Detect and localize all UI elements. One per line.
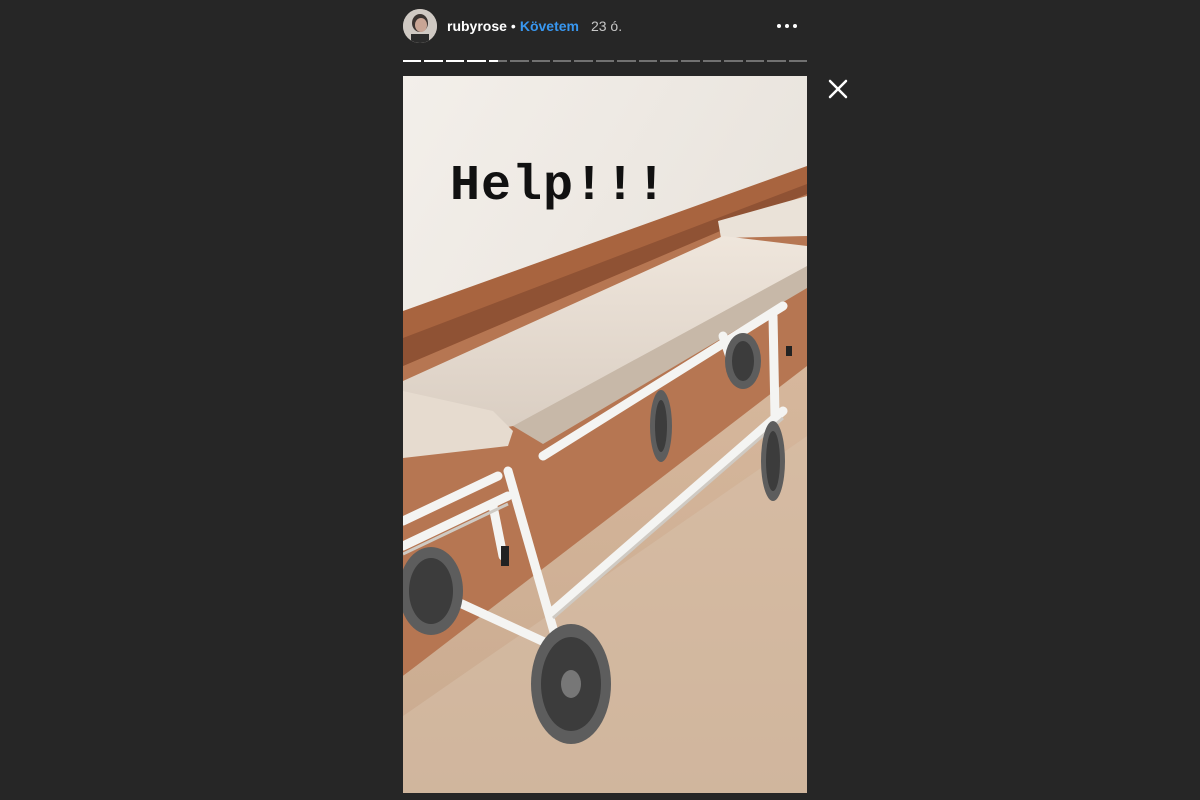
progress-segment: [702, 60, 722, 62]
more-dot: [777, 24, 781, 28]
progress-segment: [488, 60, 508, 62]
progress-segment: [617, 60, 636, 62]
progress-segment: [638, 60, 658, 62]
progress-segment-fill: [488, 60, 498, 62]
avatar-image: [403, 9, 437, 43]
story-header: rubyrose • Követem 23 ó.: [403, 8, 807, 44]
more-options-icon[interactable]: [775, 18, 799, 34]
progress-segment: [510, 60, 529, 62]
progress-segment: [681, 60, 700, 62]
more-dot: [793, 24, 797, 28]
progress-segment: [531, 60, 550, 62]
progress-segment: [552, 60, 572, 62]
progress-segment: [424, 60, 443, 62]
progress-segment-fill: [403, 60, 422, 62]
story-progress-bar: [403, 60, 808, 62]
progress-segment-fill: [467, 60, 486, 62]
progress-segment: [660, 60, 679, 62]
follow-button[interactable]: Követem: [520, 18, 579, 34]
progress-segment: [574, 60, 593, 62]
more-dot: [785, 24, 789, 28]
progress-segment: [595, 60, 615, 62]
avatar[interactable]: [403, 9, 437, 43]
close-icon[interactable]: [827, 78, 849, 100]
progress-segment: [445, 60, 465, 62]
progress-segment: [745, 60, 765, 62]
story-viewer: rubyrose • Követem 23 ó. Help!!!: [0, 0, 1200, 800]
progress-segment: [788, 60, 808, 62]
progress-segment-fill: [445, 60, 465, 62]
story-media[interactable]: Help!!!: [403, 76, 807, 793]
story-overlay-text: Help!!!: [450, 158, 668, 215]
story-timestamp: 23 ó.: [590, 18, 623, 34]
username-link[interactable]: rubyrose: [447, 18, 507, 34]
wheel: [531, 624, 611, 744]
progress-segment-fill: [424, 60, 443, 62]
progress-segment: [724, 60, 743, 62]
progress-segment: [767, 60, 786, 62]
progress-segment: [467, 60, 486, 62]
separator-dot: •: [510, 18, 516, 34]
progress-segment: [403, 60, 422, 62]
